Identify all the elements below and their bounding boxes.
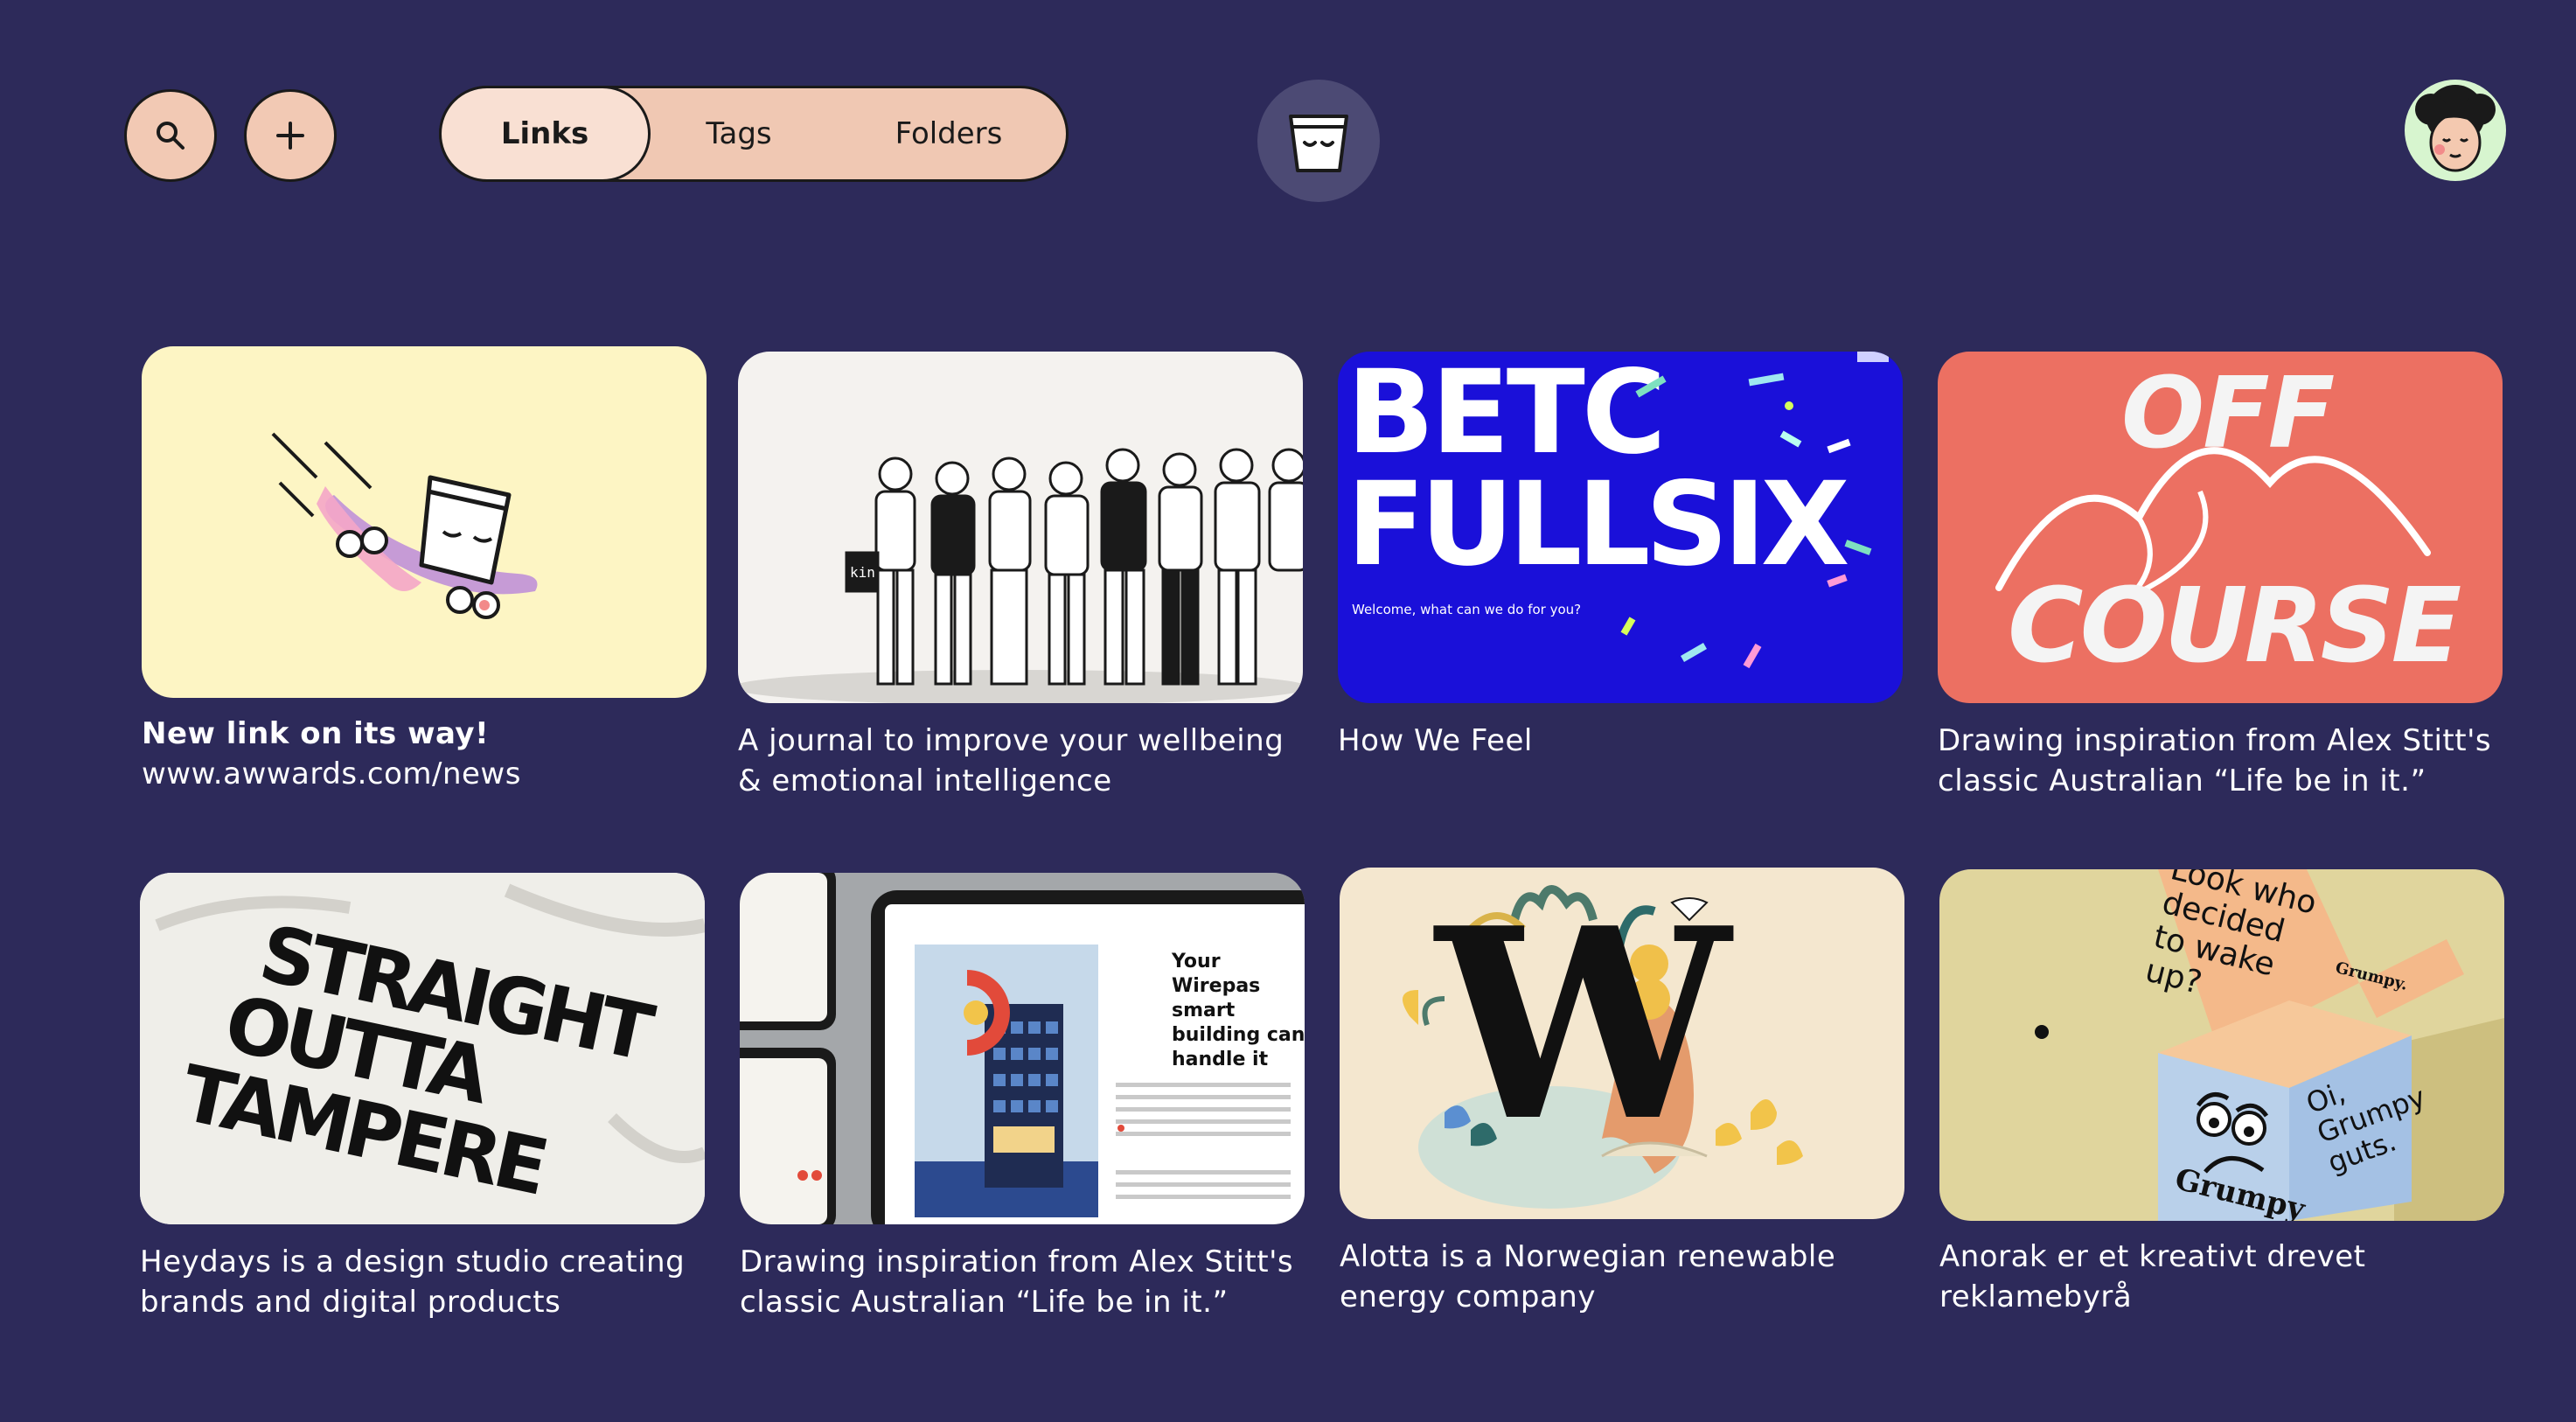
link-card[interactable]: W Alotta is a Norwegian renewable energy… <box>1340 868 1904 1317</box>
view-switcher: Links Tags Folders <box>439 86 1069 182</box>
link-thumbnail[interactable]: Your Wirepas smart building can handle i… <box>740 873 1305 1224</box>
link-card[interactable]: New link on its way! www.awwards.com/new… <box>142 346 707 794</box>
link-thumbnail[interactable]: W <box>1340 868 1904 1219</box>
card-title: New link on its way! <box>142 716 490 751</box>
link-thumbnail[interactable] <box>142 346 707 698</box>
card-url[interactable]: www.awwards.com/news <box>142 754 707 794</box>
card-caption: How We Feel <box>1338 723 1533 758</box>
tab-folders[interactable]: Folders <box>853 88 1045 179</box>
team-illustration: kin <box>738 448 1303 703</box>
bucket-logo-icon <box>1289 115 1348 172</box>
card-caption: Heydays is a design studio creating bran… <box>140 1244 686 1320</box>
search-icon <box>157 122 184 150</box>
card-caption: Drawing inspiration from Alex Stitt's cl… <box>740 1244 1294 1320</box>
card-caption: Alotta is a Norwegian renewable energy c… <box>1340 1239 1836 1314</box>
link-card[interactable]: Your Wirepas smart building can handle i… <box>740 873 1305 1322</box>
link-thumbnail[interactable]: Look who decided to wake up? Grumpy. Oi,… <box>1939 869 2504 1221</box>
link-thumbnail[interactable]: BETC FULLSIX Welcome, what can we do for… <box>1338 352 1903 703</box>
add-link-button[interactable] <box>244 89 337 182</box>
plus-icon <box>276 122 304 150</box>
thumb-large-letter: W <box>1436 870 1730 1179</box>
thumb-headline: COURSE <box>2008 565 2461 686</box>
link-card[interactable]: Look who decided to wake up? Grumpy. Oi,… <box>1939 869 2504 1317</box>
link-card[interactable]: kin A journal to improve your wellbeing … <box>738 352 1303 801</box>
link-card[interactable]: OFF COURSE Drawing inspiration from Alex… <box>1938 352 2503 801</box>
link-card[interactable]: STRAIGHT OUTTA TAMPERE Heydays is a desi… <box>140 873 705 1322</box>
tab-tags[interactable]: Tags <box>669 88 809 179</box>
app-logo[interactable] <box>1257 80 1380 202</box>
skating-bucket-illustration <box>271 432 538 619</box>
link-thumbnail[interactable]: OFF COURSE <box>1938 352 2503 703</box>
thumb-headline: Your Wirepas smart building can handle i… <box>1172 951 1305 1070</box>
link-thumbnail[interactable]: kin <box>738 352 1303 703</box>
user-avatar[interactable] <box>2405 80 2506 181</box>
confetti-shapes <box>1620 352 1889 669</box>
thumb-headline: OFF <box>2121 357 2335 471</box>
svg-text:kin: kin <box>850 564 875 581</box>
card-caption: Anorak er et kreativt drevet reklamebyrå <box>1939 1239 2366 1314</box>
avatar-face-icon <box>2415 85 2496 172</box>
card-caption: Drawing inspiration from Alex Stitt's cl… <box>1938 723 2492 798</box>
link-card[interactable]: BETC FULLSIX Welcome, what can we do for… <box>1338 352 1903 761</box>
card-caption: A journal to improve your wellbeing & em… <box>738 723 1285 798</box>
link-thumbnail[interactable]: STRAIGHT OUTTA TAMPERE <box>140 873 705 1224</box>
tab-links[interactable]: Links <box>439 86 651 182</box>
search-button[interactable] <box>124 89 217 182</box>
